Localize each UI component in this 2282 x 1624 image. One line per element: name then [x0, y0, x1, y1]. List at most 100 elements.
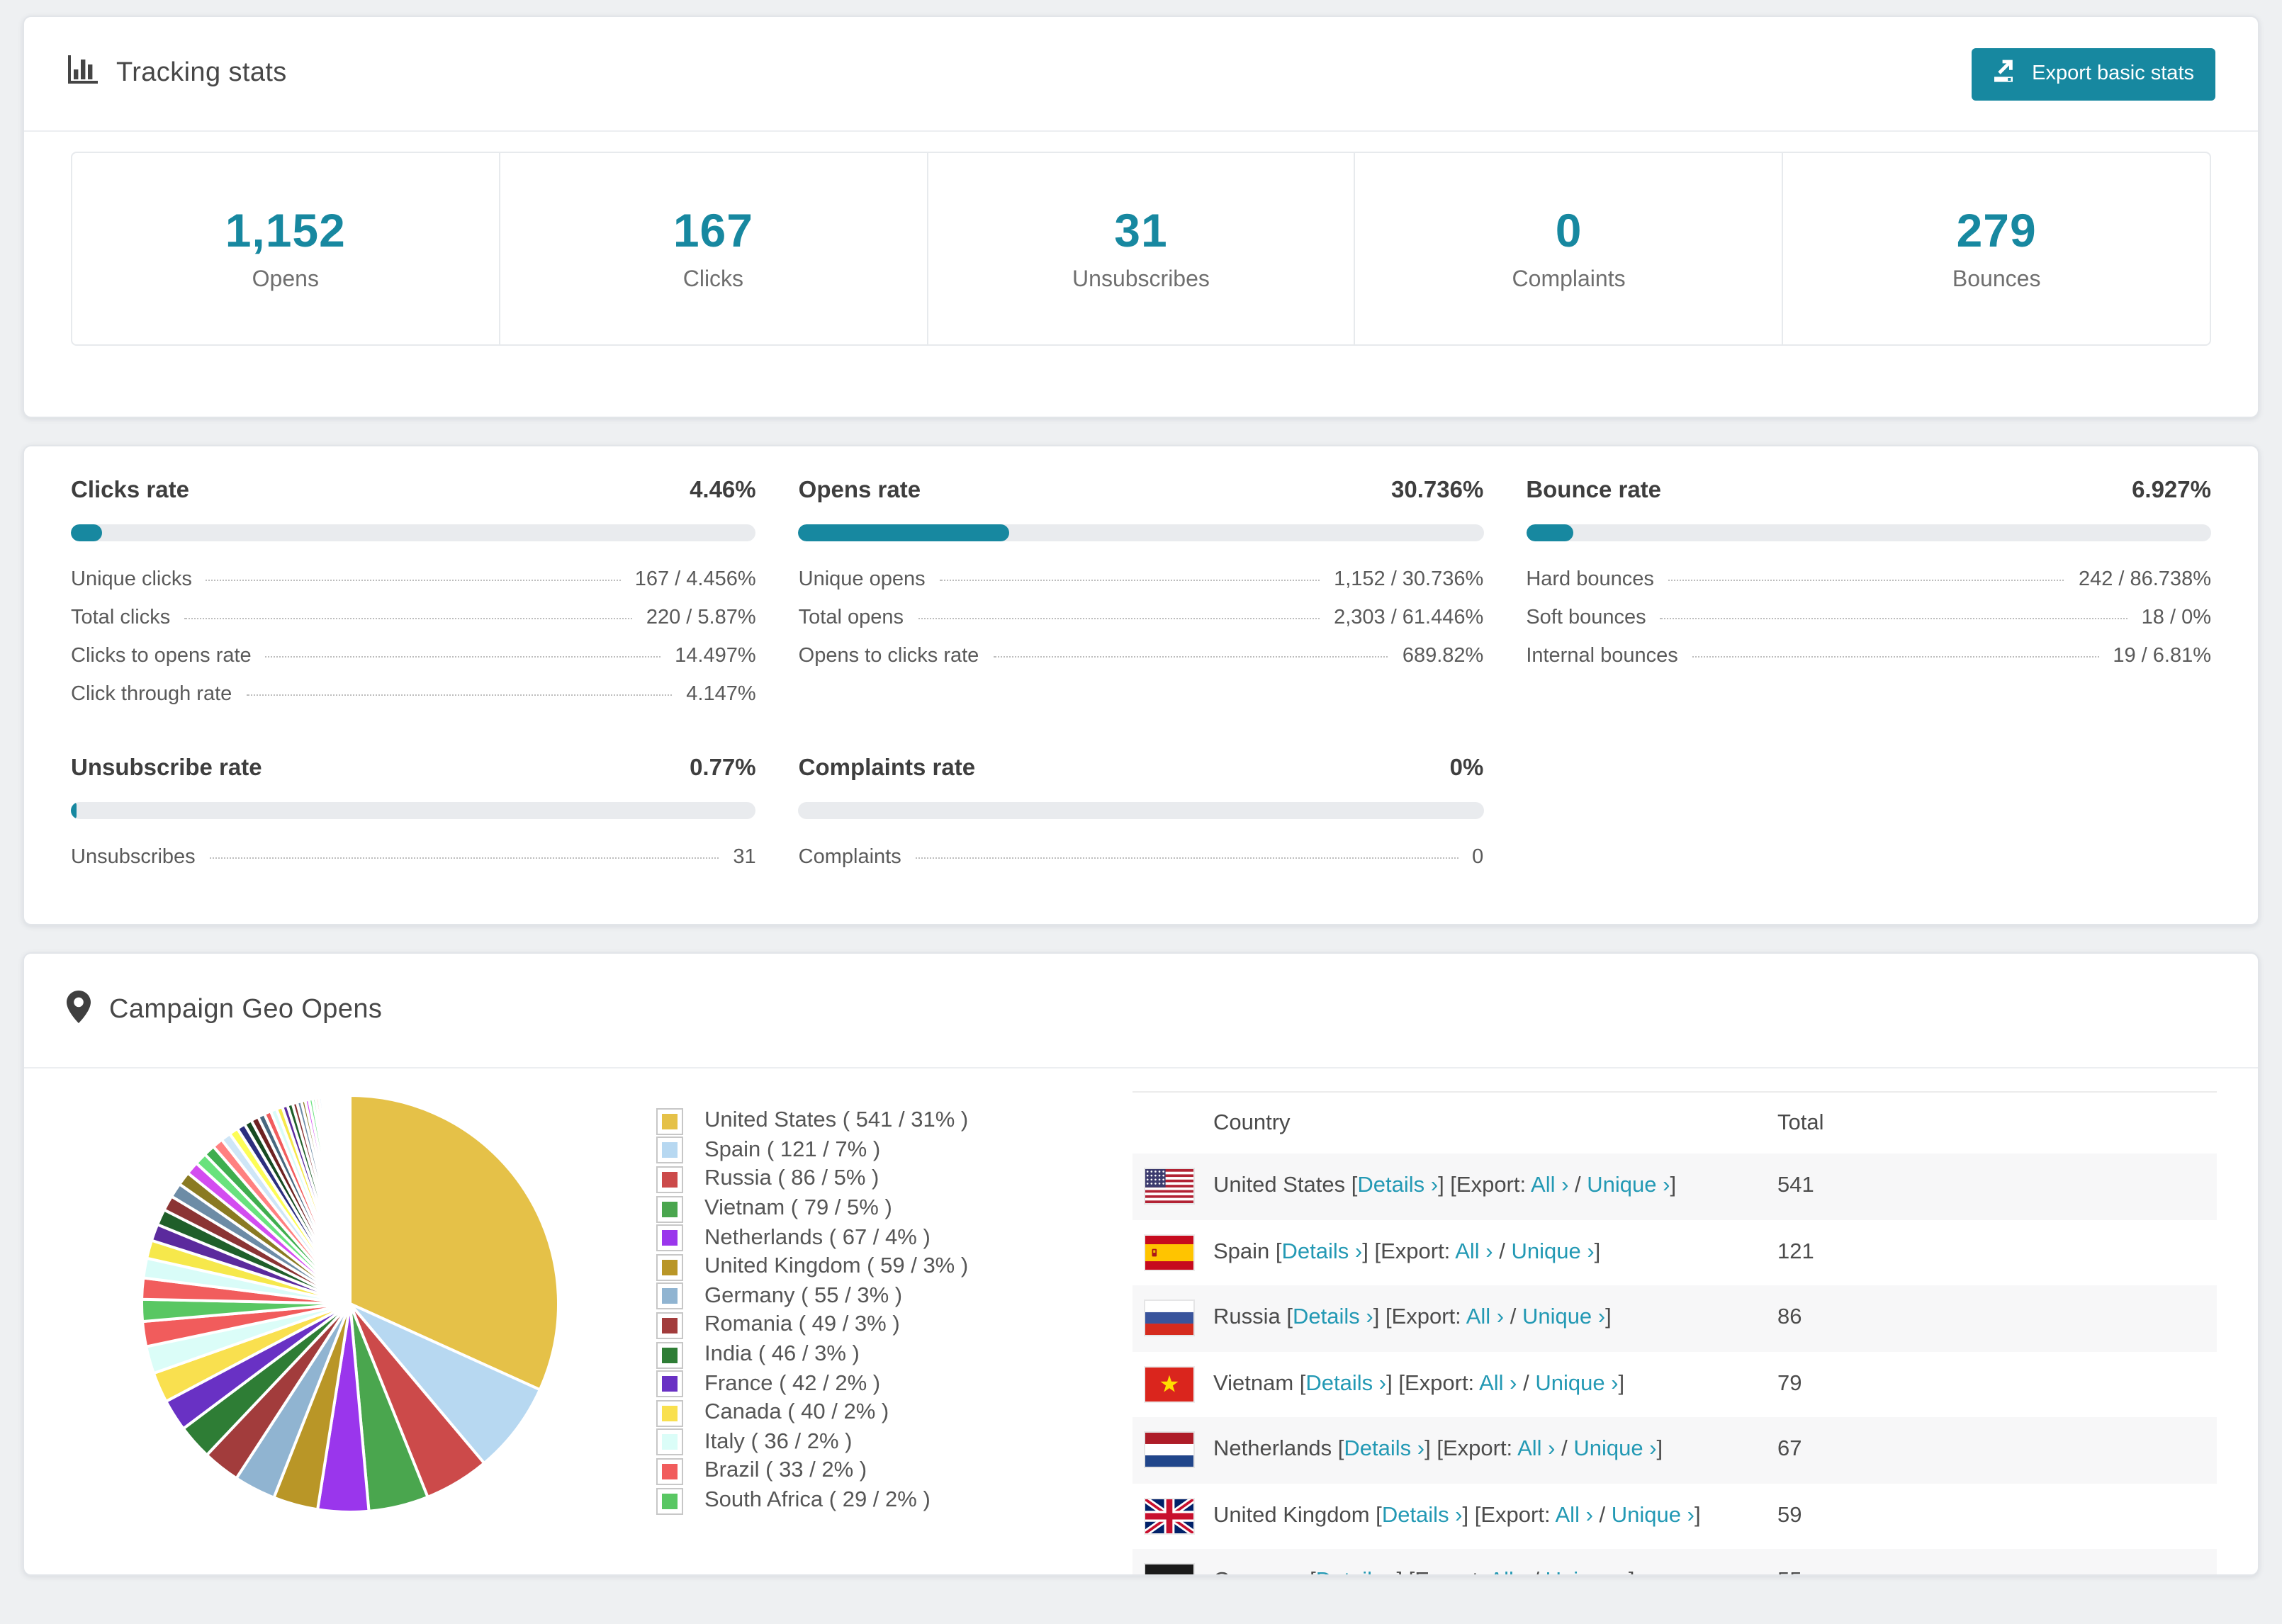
legend-item-russia[interactable]: Russia ( 86 / 5% ) [656, 1165, 1107, 1194]
rate-title: Clicks rate [71, 478, 189, 503]
export-all-link[interactable]: All › [1455, 1240, 1493, 1264]
rate-row-value: 14.497% [675, 645, 756, 667]
rate-row-clicks-to-opens-rate: Clicks to opens rate 14.497% [71, 645, 756, 683]
map-pin-icon [67, 991, 91, 1030]
export-unique-link[interactable]: Unique › [1573, 1438, 1656, 1462]
legend-item-vietnam[interactable]: Vietnam ( 79 / 5% ) [656, 1195, 1107, 1224]
legend-item-spain[interactable]: Spain ( 121 / 7% ) [656, 1136, 1107, 1165]
rate-row-opens-to-clicks-rate: Opens to clicks rate 689.82% [799, 645, 1484, 683]
legend-item-india[interactable]: India ( 46 / 3% ) [656, 1341, 1107, 1370]
stat-value: 1,152 [225, 204, 346, 256]
dotted-leader [918, 618, 1320, 619]
rate-title: Bounce rate [1526, 478, 1662, 503]
page: Tracking stats Export basic stats 1,152 … [0, 0, 2282, 1624]
table-row-germany: Germany [Details ›] [Export: All › / Uni… [1132, 1549, 2217, 1575]
export-icon [1992, 59, 2019, 89]
export-all-link[interactable]: All › [1489, 1569, 1527, 1575]
rate-row-hard-bounces: Hard bounces 242 / 86.738% [1526, 568, 2211, 607]
dotted-leader [265, 656, 661, 658]
legend-swatch [656, 1282, 683, 1310]
legend-item-netherlands[interactable]: Netherlands ( 67 / 4% ) [656, 1224, 1107, 1253]
rate-value: 30.736% [1391, 478, 1484, 503]
rate-block-bounce-rate: Bounce rate 6.927% Hard bounces 242 / 86… [1526, 478, 2211, 721]
rate-row-value: 18 / 0% [2141, 607, 2211, 629]
legend-item-germany[interactable]: Germany ( 55 / 3% ) [656, 1282, 1107, 1311]
legend-item-south-africa[interactable]: South Africa ( 29 / 2% ) [656, 1486, 1107, 1515]
rate-row-soft-bounces: Soft bounces 18 / 0% [1526, 607, 2211, 645]
progress-bar [798, 802, 1484, 819]
legend-label: Brazil ( 33 / 2% ) [704, 1458, 867, 1483]
export-unique-link[interactable]: Unique › [1612, 1504, 1694, 1528]
legend-item-united-states[interactable]: United States ( 541 / 31% ) [656, 1107, 1107, 1136]
legend-label: Vietnam ( 79 / 5% ) [704, 1196, 892, 1221]
tracking-stats-card: Tracking stats Export basic stats 1,152 … [23, 16, 2259, 418]
legend-swatch [656, 1312, 683, 1339]
export-unique-link[interactable]: Unique › [1546, 1569, 1629, 1575]
stat-value: 279 [1956, 204, 2037, 256]
rate-row-label: Soft bounces [1526, 607, 1646, 629]
export-unique-link[interactable]: Unique › [1522, 1306, 1605, 1330]
export-unique-link[interactable]: Unique › [1587, 1174, 1670, 1198]
legend-item-united-kingdom[interactable]: United Kingdom ( 59 / 3% ) [656, 1253, 1107, 1282]
details-link[interactable]: Details › [1357, 1174, 1438, 1198]
details-link[interactable]: Details › [1316, 1569, 1397, 1575]
legend-label: Netherlands ( 67 / 4% ) [704, 1225, 931, 1250]
rate-row-value: 2,303 / 61.446% [1334, 607, 1484, 629]
rate-row-label: Unique clicks [71, 568, 192, 591]
legend-item-brazil[interactable]: Brazil ( 33 / 2% ) [656, 1457, 1107, 1486]
legend-item-canada[interactable]: Canada ( 40 / 2% ) [656, 1399, 1107, 1428]
rate-row-label: Clicks to opens rate [71, 645, 252, 667]
summary-stats-row: 1,152 Opens 167 Clicks 31 Unsubscribes 0… [71, 152, 2211, 346]
export-all-link[interactable]: All › [1517, 1438, 1555, 1462]
details-link[interactable]: Details › [1305, 1372, 1386, 1396]
legend-item-italy[interactable]: Italy ( 36 / 2% ) [656, 1428, 1107, 1457]
rate-title: Complaints rate [798, 755, 976, 781]
dotted-leader [209, 857, 719, 859]
export-all-link[interactable]: All › [1531, 1174, 1568, 1198]
dotted-leader [206, 580, 621, 581]
rate-row-complaints: Complaints 0 [799, 846, 1484, 884]
rate-row-total-clicks: Total clicks 220 / 5.87% [71, 607, 756, 645]
progress-bar [798, 524, 1484, 541]
rate-block-clicks-rate: Clicks rate 4.46% Unique clicks 167 / 4.… [71, 478, 756, 721]
export-unique-link[interactable]: Unique › [1511, 1240, 1594, 1264]
legend-item-romania[interactable]: Romania ( 49 / 3% ) [656, 1311, 1107, 1340]
export-all-link[interactable]: All › [1466, 1306, 1504, 1330]
export-unique-link[interactable]: Unique › [1535, 1372, 1618, 1396]
rate-block-unsubscribe-rate: Unsubscribe rate 0.77% Unsubscribes 31 [71, 755, 756, 884]
rate-header: Complaints rate 0% [799, 755, 1484, 782]
pie-slice-other[interactable] [347, 1093, 352, 1305]
column-header-total: Total [1777, 1110, 1824, 1134]
export-basic-stats-button[interactable]: Export basic stats [1971, 47, 2215, 100]
details-link[interactable]: Details › [1293, 1306, 1373, 1330]
rate-row-label: Internal bounces [1526, 645, 1678, 667]
legend-swatch [656, 1341, 683, 1369]
flag-ru-icon [1145, 1301, 1193, 1336]
page-title: Tracking stats [116, 58, 287, 88]
total-cell: 541 [1777, 1173, 1814, 1198]
table-row-united-states: United States [Details ›] [Export: All ›… [1132, 1154, 2217, 1219]
progress-bar [71, 524, 756, 541]
stat-value: 31 [1114, 204, 1168, 256]
legend-label: Russia ( 86 / 5% ) [704, 1166, 879, 1191]
stat-box-complaints: 0 Complaints [1354, 152, 1784, 346]
legend-swatch [656, 1224, 683, 1252]
details-link[interactable]: Details › [1382, 1504, 1463, 1528]
rate-value: 4.46% [690, 478, 756, 503]
rate-row-value: 1,152 / 30.736% [1334, 568, 1484, 591]
export-all-link[interactable]: All › [1556, 1504, 1593, 1528]
dotted-leader [1692, 656, 2099, 658]
legend-swatch [656, 1370, 683, 1398]
legend-item-france[interactable]: France ( 42 / 2% ) [656, 1370, 1107, 1399]
details-link[interactable]: Details › [1344, 1438, 1424, 1462]
country-cell: Russia [Details ›] [Export: All › / Uniq… [1213, 1305, 1612, 1330]
dotted-leader [1660, 618, 2128, 619]
rate-row-internal-bounces: Internal bounces 19 / 6.81% [1526, 645, 2211, 683]
progress-bar [1526, 524, 2211, 541]
export-all-link[interactable]: All › [1479, 1372, 1517, 1396]
flag-gb-icon [1145, 1499, 1193, 1533]
country-cell: United States [Details ›] [Export: All ›… [1213, 1173, 1677, 1198]
details-link[interactable]: Details › [1282, 1240, 1363, 1264]
geo-opens-title: Campaign Geo Opens [109, 995, 383, 1025]
legend-swatch [656, 1457, 683, 1485]
